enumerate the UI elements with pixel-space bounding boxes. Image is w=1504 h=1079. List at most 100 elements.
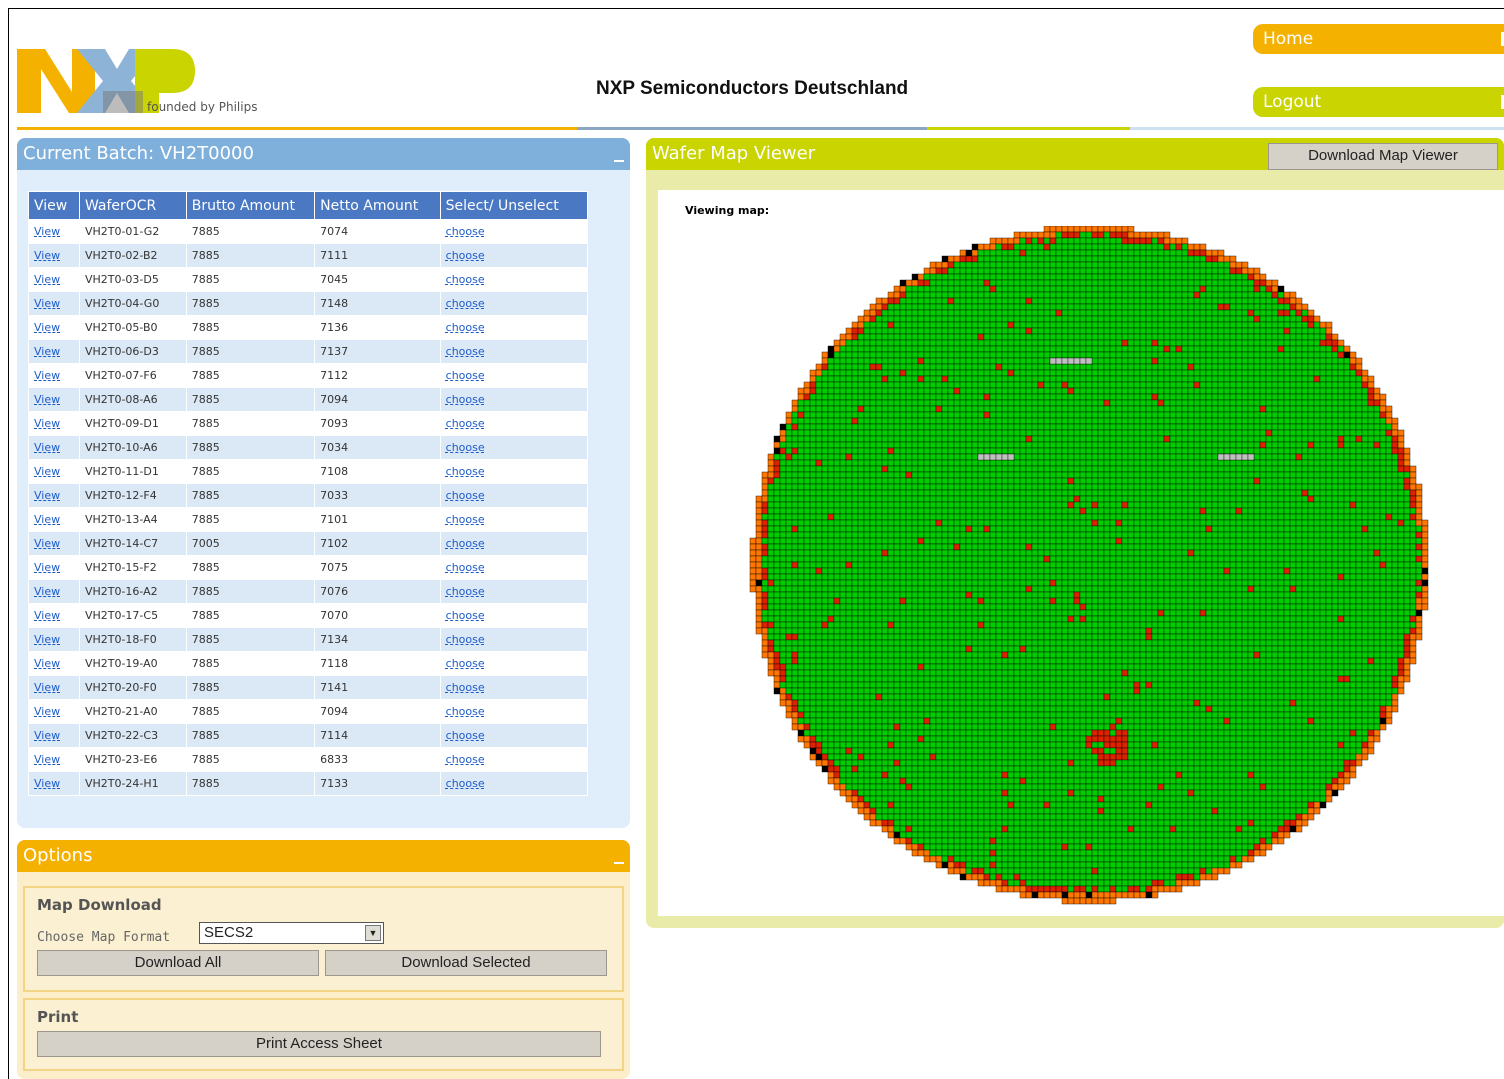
logout-nav-button[interactable]: Logout <box>1253 87 1504 117</box>
wafer-die <box>827 525 835 533</box>
minimize-icon[interactable] <box>614 160 624 162</box>
view-link[interactable]: View <box>34 609 60 622</box>
choose-link[interactable]: choose <box>446 321 485 334</box>
wafer-map[interactable] <box>744 226 1436 906</box>
wafer-die <box>1169 483 1177 491</box>
choose-link[interactable]: choose <box>446 345 485 358</box>
view-link[interactable]: View <box>34 273 60 286</box>
view-link[interactable]: View <box>34 297 60 310</box>
choose-link[interactable]: choose <box>446 513 485 526</box>
wafer-die <box>911 471 919 479</box>
choose-link[interactable]: choose <box>446 225 485 238</box>
view-link[interactable]: View <box>34 585 60 598</box>
view-link[interactable]: View <box>34 753 60 766</box>
wafer-die <box>1109 411 1117 419</box>
view-link[interactable]: View <box>34 513 60 526</box>
view-link[interactable]: View <box>34 249 60 262</box>
view-link[interactable]: View <box>34 729 60 742</box>
wafer-die <box>965 303 973 311</box>
view-link[interactable]: View <box>34 393 60 406</box>
wafer-die <box>1073 297 1081 305</box>
wafer-die <box>1013 309 1021 317</box>
wafer-die <box>941 357 949 365</box>
choose-link[interactable]: choose <box>446 777 485 790</box>
choose-link[interactable]: choose <box>446 297 485 310</box>
wafer-die <box>1187 525 1195 533</box>
wafer-die <box>1097 297 1105 305</box>
choose-link[interactable]: choose <box>446 273 485 286</box>
wafer-die <box>995 315 1003 323</box>
wafer-die <box>845 501 853 509</box>
view-link[interactable]: View <box>34 465 60 478</box>
choose-link[interactable]: choose <box>446 489 485 502</box>
choose-link[interactable]: choose <box>446 249 485 262</box>
view-link[interactable]: View <box>34 657 60 670</box>
choose-link[interactable]: choose <box>446 753 485 766</box>
wafer-die <box>1331 537 1339 545</box>
choose-link[interactable]: choose <box>446 561 485 574</box>
wafer-die <box>893 357 901 365</box>
download-map-viewer-button[interactable]: Download Map Viewer <box>1268 143 1498 170</box>
view-link[interactable]: View <box>34 705 60 718</box>
wafer-die <box>1031 303 1039 311</box>
wafer-die <box>1109 519 1117 527</box>
wafer-die <box>845 447 853 455</box>
view-link[interactable]: View <box>34 441 60 454</box>
choose-link[interactable]: choose <box>446 537 485 550</box>
wafer-die <box>929 333 937 341</box>
view-link[interactable]: View <box>34 345 60 358</box>
wafer-die <box>1301 459 1309 467</box>
wafer-die <box>983 273 991 281</box>
view-link[interactable]: View <box>34 537 60 550</box>
wafer-die <box>1121 537 1129 545</box>
wafer-die <box>1199 327 1207 335</box>
wafer-die <box>1169 255 1177 263</box>
view-link[interactable]: View <box>34 321 60 334</box>
map-format-select[interactable]: SECS2 ▼ <box>199 922 384 944</box>
choose-link[interactable]: choose <box>446 729 485 742</box>
view-link[interactable]: View <box>34 489 60 502</box>
choose-link[interactable]: choose <box>446 585 485 598</box>
view-link[interactable]: View <box>34 777 60 790</box>
chevron-down-icon[interactable]: ▼ <box>365 925 381 941</box>
choose-link[interactable]: choose <box>446 369 485 382</box>
choose-link[interactable]: choose <box>446 657 485 670</box>
wafer-die <box>1301 345 1309 353</box>
home-nav-button[interactable]: Home <box>1253 24 1504 54</box>
view-link[interactable]: View <box>34 225 60 238</box>
choose-link[interactable]: choose <box>446 417 485 430</box>
wafer-die <box>785 483 793 491</box>
choose-link[interactable]: choose <box>446 705 485 718</box>
wafer-die <box>827 363 835 371</box>
wafer-die <box>1025 375 1033 383</box>
wafer-die <box>1169 243 1177 251</box>
wafer-die <box>887 495 895 503</box>
wafer-die <box>1259 423 1267 431</box>
wafer-die <box>1235 483 1243 491</box>
choose-link[interactable]: choose <box>446 465 485 478</box>
view-link[interactable]: View <box>34 681 60 694</box>
view-link[interactable]: View <box>34 369 60 382</box>
view-link[interactable]: View <box>34 417 60 430</box>
wafer-die <box>809 375 817 383</box>
view-link[interactable]: View <box>34 561 60 574</box>
wafer-die <box>1349 417 1357 425</box>
wafer-die <box>1139 243 1147 251</box>
choose-link[interactable]: choose <box>446 633 485 646</box>
table-row: View VH2T0-12-F4 7885 7033 choose <box>28 483 589 508</box>
wafer-die <box>1205 357 1213 365</box>
col-view-cell: View <box>28 723 80 748</box>
view-link[interactable]: View <box>34 633 60 646</box>
download-all-button[interactable]: Download All <box>37 950 319 976</box>
choose-link[interactable]: choose <box>446 681 485 694</box>
wafer-die <box>1133 483 1141 491</box>
choose-link[interactable]: choose <box>446 441 485 454</box>
download-selected-button[interactable]: Download Selected <box>325 950 607 976</box>
print-access-sheet-button[interactable]: Print Access Sheet <box>37 1031 601 1057</box>
choose-link[interactable]: choose <box>446 393 485 406</box>
wafer-die <box>1019 543 1027 551</box>
wafer-die <box>1379 459 1387 467</box>
wafer-die <box>1349 525 1357 533</box>
choose-link[interactable]: choose <box>446 609 485 622</box>
minimize-icon[interactable] <box>614 862 624 864</box>
